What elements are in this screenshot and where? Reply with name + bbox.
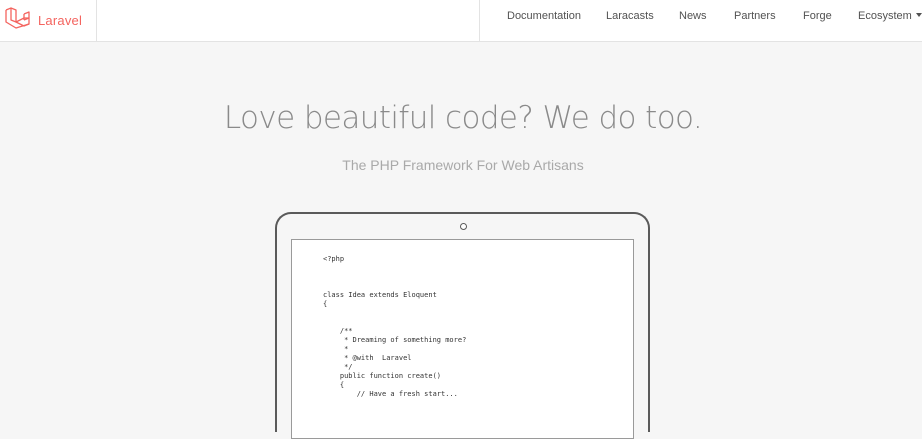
code-line: {: [323, 381, 345, 389]
nav-link-ecosystem-label: Ecosystem: [858, 10, 912, 22]
camera-icon: [460, 223, 467, 230]
nav-link-documentation[interactable]: Documentation: [507, 10, 581, 22]
code-line: * @with Laravel: [323, 354, 412, 362]
code-sample: <?php class Idea extends Eloquent{ /** * …: [323, 255, 466, 399]
code-line: * Dreaming of something more?: [323, 336, 467, 344]
hero-subtitle: The PHP Framework For Web Artisans: [342, 157, 584, 173]
nav-link-forge[interactable]: Forge: [803, 10, 832, 22]
top-navbar: Laravel Documentation Laracasts News Par…: [0, 0, 922, 42]
device-screen: <?php class Idea extends Eloquent{ /** * …: [291, 239, 634, 439]
code-line: public function create(): [323, 372, 442, 380]
device-frame: <?php class Idea extends Eloquent{ /** * …: [275, 212, 650, 439]
nav-link-laracasts[interactable]: Laracasts: [606, 10, 654, 22]
code-line: // Have a fresh start...: [323, 390, 458, 398]
code-line: /**: [323, 327, 353, 335]
main-nav: Documentation Laracasts News Partners Fo…: [0, 0, 922, 41]
nav-dropdown-ecosystem[interactable]: Ecosystem: [858, 10, 922, 22]
hero-title: Love beautiful code? We do too.: [223, 100, 703, 136]
code-line: <?php: [323, 255, 345, 263]
code-line: */: [323, 363, 353, 371]
code-line: {: [323, 300, 328, 308]
nav-link-partners[interactable]: Partners: [734, 10, 776, 22]
code-line: class Idea extends Eloquent: [323, 291, 437, 299]
code-line: *: [323, 345, 349, 353]
caret-down-icon: [915, 13, 922, 17]
nav-link-news[interactable]: News: [679, 10, 707, 22]
